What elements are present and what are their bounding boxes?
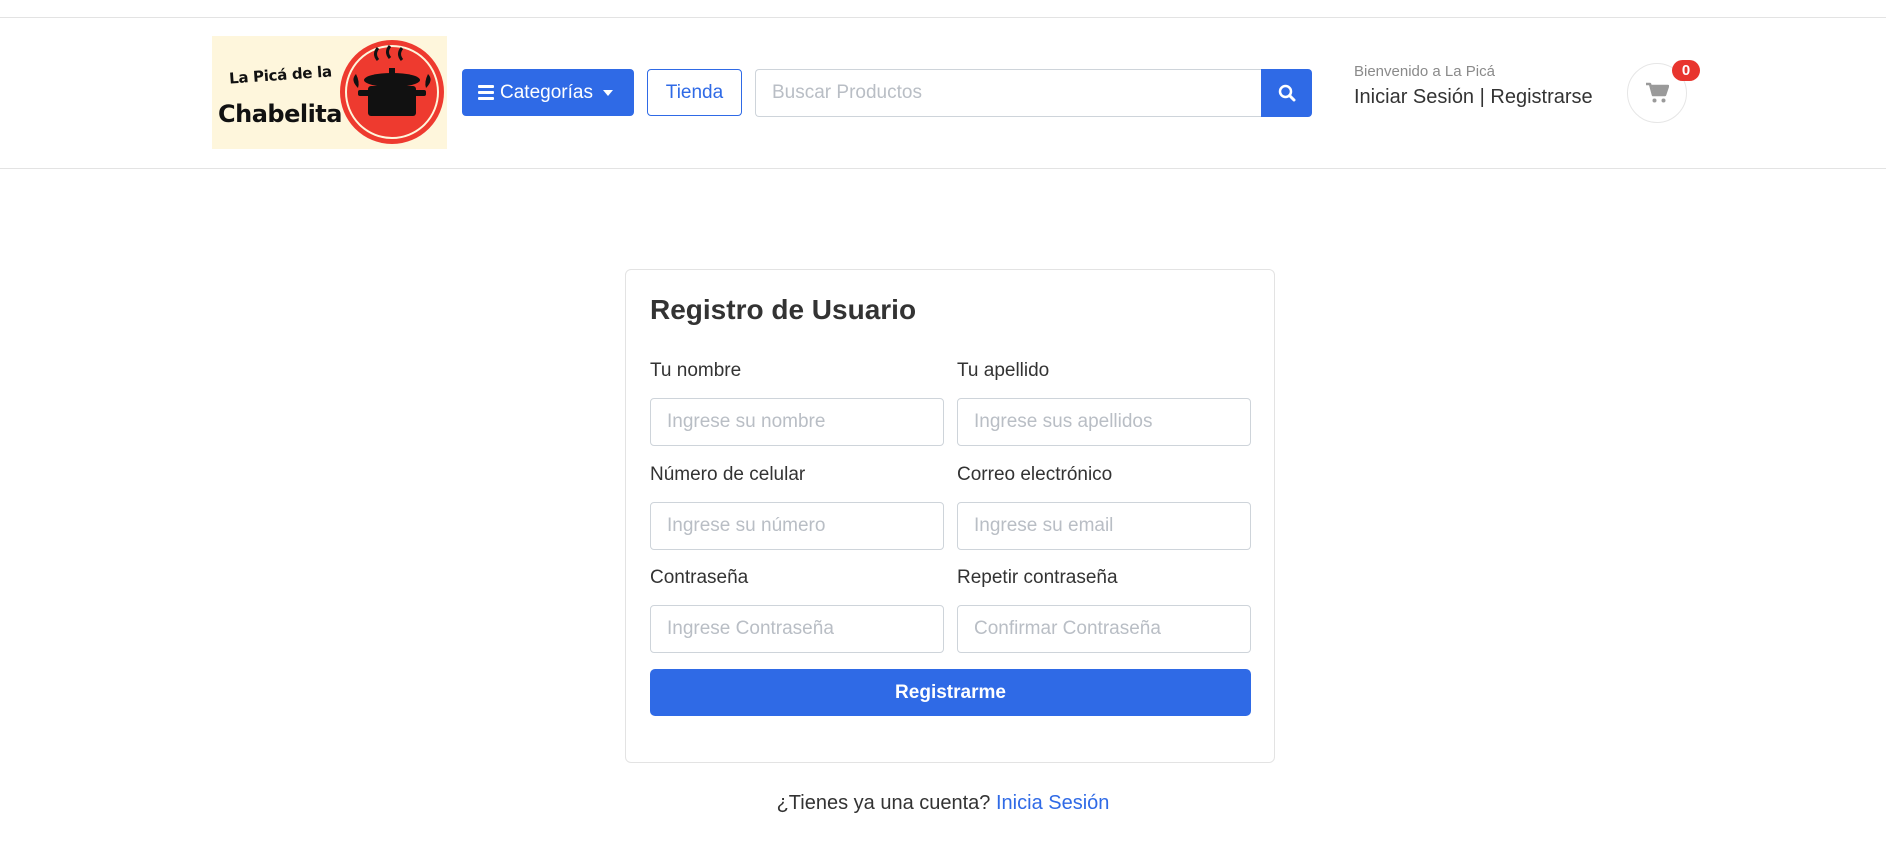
email-field: Correo electrónico <box>957 464 1251 550</box>
password-input[interactable] <box>650 605 944 653</box>
cart-icon <box>1646 82 1669 103</box>
phone-label: Número de celular <box>650 464 806 485</box>
first-name-label: Tu nombre <box>650 360 742 381</box>
confirm-password-label: Repetir contraseña <box>957 567 1118 588</box>
logo-text-big: Chabelita <box>218 100 342 128</box>
search-icon <box>1278 84 1295 102</box>
tienda-button[interactable]: Tienda <box>647 69 742 116</box>
phone-field: Número de celular <box>650 464 944 550</box>
login-link[interactable]: Iniciar Sesión <box>1354 86 1474 108</box>
categories-dropdown-button[interactable]: Categorías <box>462 69 634 116</box>
last-name-input[interactable] <box>957 398 1251 446</box>
login-prompt: ¿Tienes ya una cuenta? Inicia Sesión <box>0 792 1886 815</box>
caret-down-icon <box>602 89 613 96</box>
register-link[interactable]: Registrarse <box>1490 86 1592 108</box>
bars-icon <box>478 82 494 103</box>
email-label: Correo electrónico <box>957 464 1113 485</box>
auth-separator: | <box>1479 86 1491 108</box>
last-name-label: Tu apellido <box>957 360 1050 381</box>
confirm-password-input[interactable] <box>957 605 1251 653</box>
logo-text-small: La Picá de la <box>228 62 333 88</box>
welcome-text: Bienvenido a La Picá <box>1354 63 1495 80</box>
password-field: Contraseña <box>650 567 944 653</box>
form-title: Registro de Usuario <box>650 294 917 325</box>
site-logo[interactable]: La Picá de la Chabelita <box>212 36 447 149</box>
register-card: Registro de Usuario Tu nombre Tu apellid… <box>625 269 1275 763</box>
password-label: Contraseña <box>650 567 749 588</box>
cart-count-badge: 0 <box>1672 60 1700 81</box>
confirm-password-field: Repetir contraseña <box>957 567 1251 653</box>
register-submit-button[interactable]: Registrarme <box>650 669 1251 716</box>
search-button[interactable] <box>1261 69 1312 117</box>
categories-label: Categorías <box>500 81 593 103</box>
login-prompt-question: ¿Tienes ya una cuenta? <box>776 792 996 814</box>
auth-links: Iniciar Sesión | Registrarse <box>1354 86 1593 109</box>
search-input[interactable] <box>755 69 1262 117</box>
first-name-input[interactable] <box>650 398 944 446</box>
phone-input[interactable] <box>650 502 944 550</box>
first-name-field: Tu nombre <box>650 360 944 446</box>
pot-icon <box>340 40 444 144</box>
email-input[interactable] <box>957 502 1251 550</box>
last-name-field: Tu apellido <box>957 360 1251 446</box>
footer-login-link[interactable]: Inicia Sesión <box>996 792 1109 814</box>
